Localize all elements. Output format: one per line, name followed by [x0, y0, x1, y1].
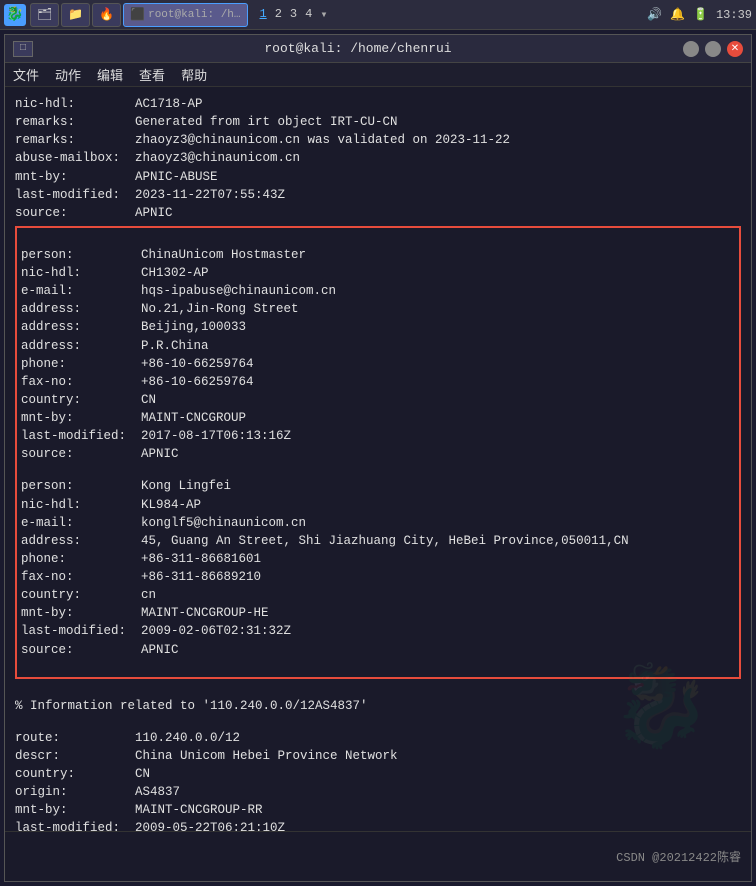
kali-logo-icon[interactable]: 🐉 [4, 4, 26, 26]
line-modified-2: last-modified: 2009-02-06T02:31:32Z [21, 622, 735, 640]
line-email-1: e-mail: hqs-ipabuse@chinaunicom.cn [21, 282, 735, 300]
line-nic-hdl: nic-hdl: AC1718-AP [15, 95, 741, 113]
line-source-pre: source: APNIC [15, 204, 741, 222]
window-title: root@kali: /home/chenrui [33, 41, 683, 56]
line-mnt-1: mnt-by: MAINT-CNCGROUP [21, 409, 735, 427]
line-abuse-mailbox: abuse-mailbox: zhaoyz3@chinaunicom.cn [15, 149, 741, 167]
terminal-window: □ root@kali: /home/chenrui ✕ 文件 动作 编辑 查看… [4, 34, 752, 882]
workspace-numbers: 1 2 3 4 ▾ [252, 7, 336, 22]
line-address-2a: address: 45, Guang An Street, Shi Jiazhu… [21, 532, 735, 550]
terminal-content[interactable]: nic-hdl: AC1718-AP remarks: Generated fr… [5, 87, 751, 831]
taskbar-app-2[interactable]: 📁 [61, 3, 90, 27]
line-address-1a: address: No.21,Jin-Rong Street [21, 300, 735, 318]
comment-line: % Information related to '110.240.0.0/12… [15, 697, 741, 715]
line-email-2: e-mail: konglf5@chinaunicom.cn [21, 514, 735, 532]
workspace-1[interactable]: 1 [260, 7, 267, 22]
line-route: route: 110.240.0.0/12 [15, 729, 741, 747]
line-person-2: person: Kong Lingfei [21, 477, 735, 495]
line-fax-2: fax-no: +86-311-86689210 [21, 568, 735, 586]
line-modified-1: last-modified: 2017-08-17T06:13:16Z [21, 427, 735, 445]
menu-help[interactable]: 帮助 [181, 65, 207, 84]
taskbar-app-1[interactable]: 🗂 [30, 3, 59, 27]
line-phone-2: phone: +86-311-86681601 [21, 550, 735, 568]
menu-view[interactable]: 查看 [139, 65, 165, 84]
battery-icon[interactable]: 🔋 [693, 7, 708, 22]
volume-icon[interactable]: 🔊 [647, 7, 662, 22]
line-source-1: source: APNIC [21, 445, 735, 463]
line-country-2: country: cn [21, 586, 735, 604]
line-nic-hdl-2: nic-hdl: KL984-AP [21, 496, 735, 514]
workspace-4[interactable]: 4 [305, 7, 312, 22]
close-button[interactable]: ✕ [727, 41, 743, 57]
line-phone-1: phone: +86-10-66259764 [21, 355, 735, 373]
line-modified-r: last-modified: 2009-05-22T06:21:10Z [15, 819, 741, 831]
line-address-1b: address: Beijing,100033 [21, 318, 735, 336]
taskbar-right-area: 🔊 🔔 🔋 13:39 [647, 7, 752, 22]
line-descr: descr: China Unicom Hebei Province Netwo… [15, 747, 741, 765]
taskbar-app-3[interactable]: 🔥 [92, 3, 121, 27]
line-origin: origin: AS4837 [15, 783, 741, 801]
window-icon: □ [13, 41, 33, 57]
taskbar-app-terminal[interactable]: ⬛ root@kali: /h… [123, 3, 247, 27]
window-controls: ✕ [683, 41, 743, 57]
line-country-r: country: CN [15, 765, 741, 783]
line-remarks-1: remarks: Generated from irt object IRT-C… [15, 113, 741, 131]
notification-icon[interactable]: 🔔 [670, 7, 685, 22]
line-address-1c: address: P.R.China [21, 337, 735, 355]
workspace-3[interactable]: 3 [290, 7, 297, 22]
clock: 13:39 [716, 8, 752, 22]
line-country-1: country: CN [21, 391, 735, 409]
line-mnt-by-pre: mnt-by: APNIC-ABUSE [15, 168, 741, 186]
line-person-1: person: ChinaUnicom Hostmaster [21, 246, 735, 264]
menu-edit[interactable]: 编辑 [97, 65, 123, 84]
maximize-button[interactable] [705, 41, 721, 57]
minimize-button[interactable] [683, 41, 699, 57]
csdn-watermark: CSDN @20212422陈睿 [616, 848, 741, 865]
terminal-icon: □ [20, 43, 26, 54]
menu-file[interactable]: 文件 [13, 65, 39, 84]
line-last-modified-pre: last-modified: 2023-11-22T07:55:43Z [15, 186, 741, 204]
window-titlebar: □ root@kali: /home/chenrui ✕ [5, 35, 751, 63]
taskbar-apps: 🗂 📁 🔥 ⬛ root@kali: /h… [30, 3, 248, 27]
line-source-2: source: APNIC [21, 641, 735, 659]
workspace-dropdown-icon[interactable]: ▾ [320, 7, 327, 22]
line-fax-1: fax-no: +86-10-66259764 [21, 373, 735, 391]
line-mnt-2: mnt-by: MAINT-CNCGROUP-HE [21, 604, 735, 622]
workspace-2[interactable]: 2 [275, 7, 282, 22]
bottom-bar: CSDN @20212422陈睿 [5, 831, 751, 881]
menubar: 文件 动作 编辑 查看 帮助 [5, 63, 751, 87]
line-remarks-2: remarks: zhaoyz3@chinaunicom.cn was vali… [15, 131, 741, 149]
line-mnt-r: mnt-by: MAINT-CNCGROUP-RR [15, 801, 741, 819]
line-nic-hdl-1: nic-hdl: CH1302-AP [21, 264, 735, 282]
red-border-section: person: ChinaUnicom Hostmaster nic-hdl: … [15, 226, 741, 679]
menu-action[interactable]: 动作 [55, 65, 81, 84]
taskbar: 🐉 🗂 📁 🔥 ⬛ root@kali: /h… 1 2 3 4 ▾ 🔊 🔔 🔋… [0, 0, 756, 30]
